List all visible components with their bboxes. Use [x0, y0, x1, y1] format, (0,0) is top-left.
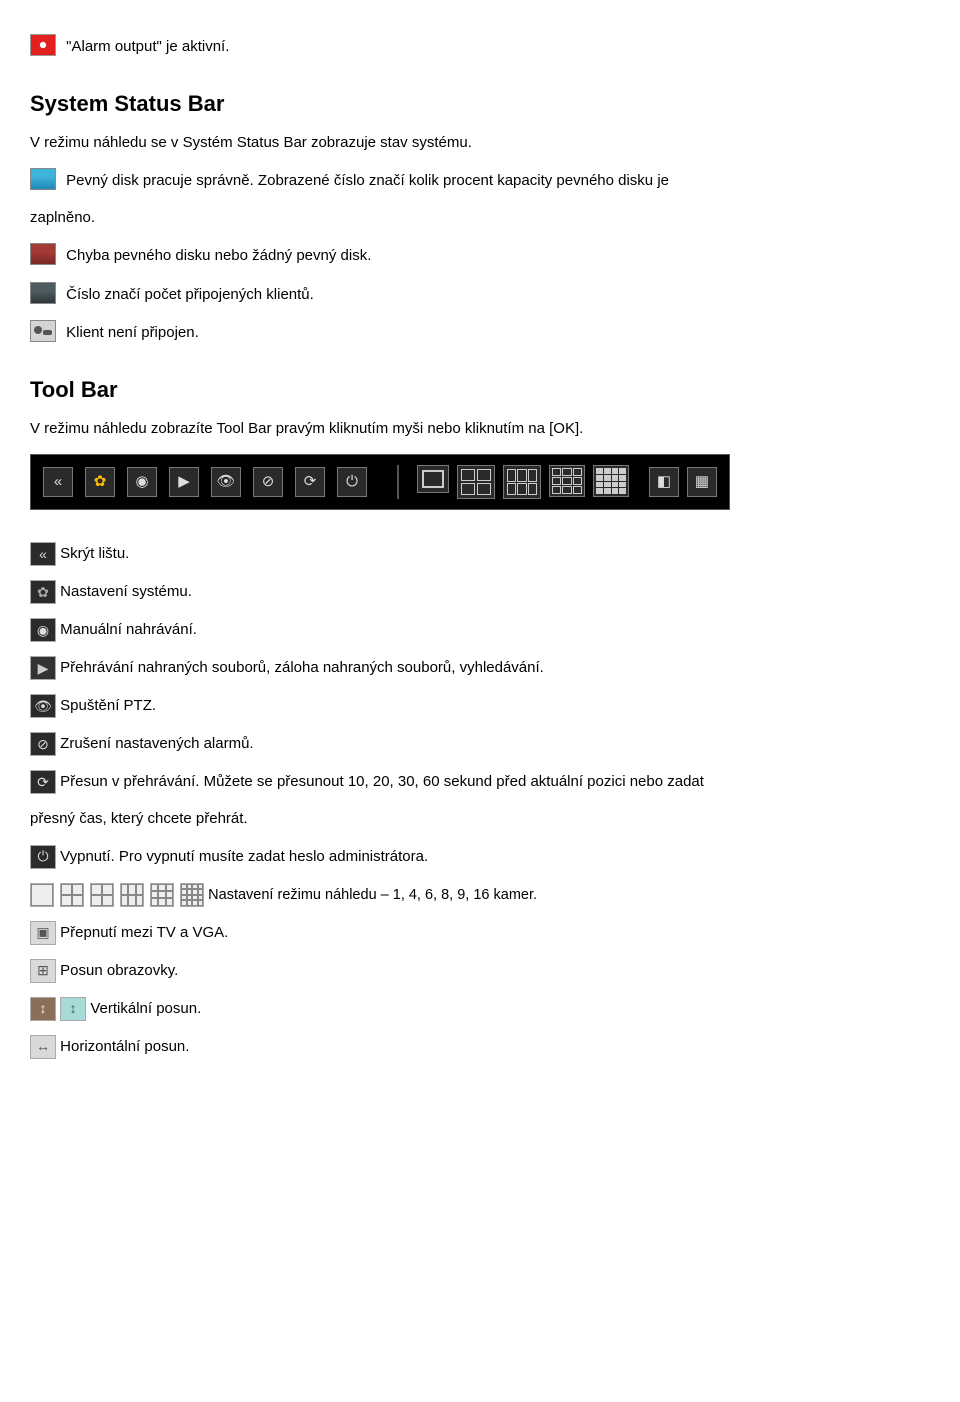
playback-line: ▶ Přehrávání nahraných souborů, záloha n… — [30, 656, 930, 680]
seek-line: ⟳ Přesun v přehrávání. Můžete se přesuno… — [30, 770, 930, 794]
seek-text: Přesun v přehrávání. Můžete se přesunout… — [60, 773, 704, 790]
hide-icon: « — [30, 542, 56, 566]
layouts-line: Nastavení režimu náhledu – 1, 4, 6, 8, 9… — [30, 883, 930, 907]
layout-16-icon — [593, 465, 629, 497]
horizontal-shift-text: Horizontální posun. — [60, 1037, 189, 1054]
shutdown-line: ⏻ Vypnutí. Pro vypnutí musíte zadat hesl… — [30, 845, 930, 869]
ptz-line: 👁 Spuštění PTZ. — [30, 694, 930, 718]
cancel-alarm-icon: ⊘ — [30, 732, 56, 756]
toolbar-shift-icon: ▦ — [687, 467, 717, 497]
layout-9-icon — [549, 465, 585, 497]
disk-err-text: Chyba pevného disku nebo žádný pevný dis… — [66, 247, 371, 264]
tool-bar-heading: Tool Bar — [30, 373, 930, 406]
alarm-text: "Alarm output" je aktivní. — [66, 38, 229, 55]
vertical-shift-icon-1: ↕ — [30, 997, 56, 1021]
disk-ok-icon — [30, 168, 56, 190]
layout-6-icon — [90, 883, 114, 907]
toolbar-record-icon: ◉ — [127, 467, 157, 497]
toolbar-gear-icon: ✿ — [85, 467, 115, 497]
record-text: Manuální nahrávání. — [60, 621, 197, 638]
seek-cont: přesný čas, který chcete přehrát. — [30, 808, 930, 831]
vertical-shift-icon-2: ↕ — [60, 997, 86, 1021]
layouts-text: Nastavení režimu náhledu – 1, 4, 6, 8, 9… — [208, 886, 537, 902]
toolbar-eye-icon: 👁 — [211, 467, 241, 497]
ptz-text: Spuštění PTZ. — [60, 697, 156, 714]
noclient-text: Klient není připojen. — [66, 324, 199, 341]
alarm-output-note: "Alarm output" je aktivní. — [30, 34, 930, 59]
gear-icon: ✿ — [30, 580, 56, 604]
clients-icon — [30, 282, 56, 304]
toolbar-hide-icon: « — [43, 467, 73, 497]
toolbar-tail-group: ◧ ▦ — [649, 467, 717, 497]
power-icon: ⏻ — [30, 845, 56, 869]
clients-text: Číslo značí počet připojených klientů. — [66, 286, 314, 303]
screen-shift-text: Posun obrazovky. — [60, 961, 178, 978]
layout-8-icon — [120, 883, 144, 907]
shutdown-text: Vypnutí. Pro vypnutí musíte zadat heslo … — [60, 847, 428, 864]
screen-shift-icon: ⊞ — [30, 959, 56, 983]
play-icon: ▶ — [30, 656, 56, 680]
layout-6-icon — [503, 465, 541, 499]
hide-text: Skrýt lištu. — [60, 545, 129, 562]
disk-err-line: Chyba pevného disku nebo žádný pevný dis… — [30, 243, 930, 268]
alarm-icon — [30, 34, 56, 56]
toolbar-play-icon: ▶ — [169, 467, 199, 497]
toolbar-layout-group — [397, 465, 629, 499]
system-status-bar-heading: System Status Bar — [30, 87, 930, 120]
noclient-line: Klient není připojen. — [30, 320, 930, 345]
layout-4-icon — [457, 465, 495, 499]
tv-vga-text: Přepnutí mezi TV a VGA. — [60, 923, 228, 940]
settings-text: Nastavení systému. — [60, 583, 192, 600]
eye-icon: 👁 — [30, 694, 56, 718]
disk-ok-cont: zaplněno. — [30, 207, 930, 230]
no-client-icon — [30, 320, 56, 342]
seek-icon: ⟳ — [30, 770, 56, 794]
horizontal-shift-icon: ↔ — [30, 1035, 56, 1059]
toolbar-cancel-alarm-icon: ⊘ — [253, 467, 283, 497]
screen-shift-line: ⊞ Posun obrazovky. — [30, 959, 930, 983]
horizontal-shift-line: ↔ Horizontální posun. — [30, 1035, 930, 1059]
layout-9-icon — [150, 883, 174, 907]
settings-line: ✿ Nastavení systému. — [30, 580, 930, 604]
disk-ok-line: Pevný disk pracuje správně. Zobrazené čí… — [30, 168, 930, 193]
disk-ok-text: Pevný disk pracuje správně. Zobrazené čí… — [66, 172, 669, 189]
layout-4-icon — [60, 883, 84, 907]
tool-bar-intro: V režimu náhledu zobrazíte Tool Bar prav… — [30, 418, 930, 441]
tv-vga-line: ▣ Přepnutí mezi TV a VGA. — [30, 921, 930, 945]
toolbar-power-icon: ⏻ — [337, 467, 367, 497]
layout-1-icon — [30, 883, 54, 907]
system-status-bar-intro: V režimu náhledu se v Systém Status Bar … — [30, 132, 930, 155]
toolbar-screenshot: « ✿ ◉ ▶ 👁 ⊘ ⟳ ⏻ ◧ ▦ — [30, 454, 730, 510]
toolbar-seek-icon: ⟳ — [295, 467, 325, 497]
clients-line: Číslo značí počet připojených klientů. — [30, 282, 930, 307]
record-icon: ◉ — [30, 618, 56, 642]
tv-vga-icon: ▣ — [30, 921, 56, 945]
alarm-cancel-text: Zrušení nastavených alarmů. — [60, 735, 253, 752]
layout-icons-group — [30, 883, 204, 907]
playback-text: Přehrávání nahraných souborů, záloha nah… — [60, 659, 544, 676]
disk-error-icon — [30, 243, 56, 265]
layout-16-icon — [180, 883, 204, 907]
record-line: ◉ Manuální nahrávání. — [30, 618, 930, 642]
layout-1-icon — [417, 465, 449, 493]
hide-line: « Skrýt lištu. — [30, 542, 930, 566]
alarm-cancel-line: ⊘ Zrušení nastavených alarmů. — [30, 732, 930, 756]
vertical-shift-text: Vertikální posun. — [90, 999, 201, 1016]
vertical-shift-line: ↕ ↕ Vertikální posun. — [30, 997, 930, 1021]
toolbar-tv-vga-icon: ◧ — [649, 467, 679, 497]
